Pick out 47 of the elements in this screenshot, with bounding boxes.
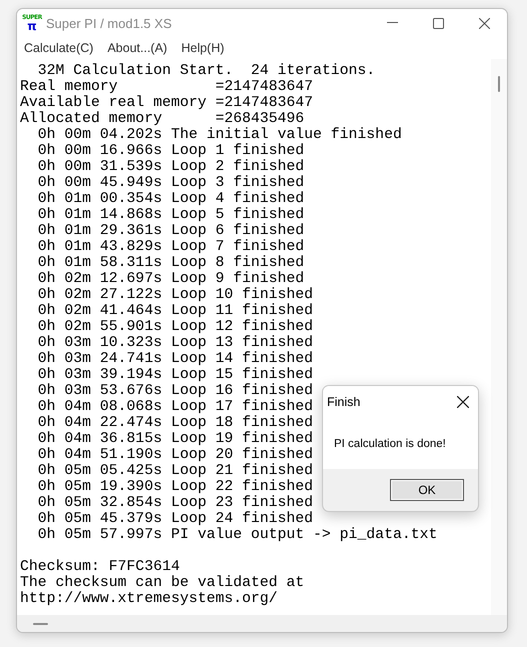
log-line: 32M Calculation Start. 24 iterations. — [36, 63, 376, 79]
close-button[interactable] — [456, 395, 470, 409]
log-line: 0h 00m 31.539s Loop 2 finished — [36, 159, 304, 175]
dialog-title: Finish — [327, 395, 360, 409]
log-line: 0h 01m 00.354s Loop 4 finished — [36, 191, 304, 207]
summary-line: http://www.xtremesystems.org/ — [20, 591, 278, 607]
close-icon — [478, 18, 490, 28]
log-line: 0h 05m 45.379s Loop 24 finished — [36, 511, 314, 527]
log-line: 0h 02m 41.464s Loop 11 finished — [36, 303, 314, 319]
log-line: 0h 01m 58.311s Loop 8 finished — [36, 255, 304, 271]
log-line: 0h 05m 19.390s Loop 22 finished — [36, 479, 314, 495]
log-line: 0h 01m 43.829s Loop 7 finished — [36, 239, 304, 255]
log-line: 0h 03m 53.676s Loop 16 finished — [36, 383, 314, 399]
maximize-icon — [432, 18, 444, 28]
log-line: 0h 02m 27.122s Loop 10 finished — [36, 287, 314, 303]
log-line: Allocated memory =268435496 — [20, 111, 304, 127]
log-line: 0h 04m 51.190s Loop 20 finished — [36, 447, 314, 463]
menu-item[interactable]: Calculate(C) — [24, 41, 94, 55]
log-line: 0h 05m 57.997s PI value output -> pi_data.txt — [36, 527, 438, 543]
log-line: 0h 00m 45.949s Loop 3 finished — [36, 175, 304, 191]
log-line: 0h 05m 05.425s Loop 21 finished — [36, 463, 314, 479]
dialog-message: PI calculation is done! — [334, 438, 447, 450]
menu-item[interactable]: Help(H) — [181, 41, 224, 55]
log-line: Available real memory =2147483647 — [20, 95, 314, 111]
log-line: 0h 02m 55.901s Loop 12 finished — [36, 319, 314, 335]
log-line: Real memory =2147483647 — [20, 79, 314, 95]
log-line: 0h 01m 14.868s Loop 5 finished — [36, 207, 304, 223]
log-line: 0h 03m 39.194s Loop 15 finished — [36, 367, 314, 383]
window-title: Super PI / mod1.5 XS — [46, 16, 173, 30]
close-icon — [457, 396, 469, 408]
menu-item[interactable]: About...(A) — [107, 41, 168, 55]
log-line: 0h 03m 10.323s Loop 13 finished — [36, 335, 314, 351]
log-line: 0h 02m 12.697s Loop 9 finished — [36, 271, 304, 287]
log-line: 0h 04m 36.815s Loop 19 finished — [36, 431, 314, 447]
log-line: 0h 05m 32.854s Loop 23 finished — [36, 495, 314, 511]
log-line: 0h 00m 04.202s The initial value finished — [36, 127, 402, 143]
summary-line: Checksum: F7FC3614 — [20, 559, 180, 575]
log-line: 0h 01m 29.361s Loop 6 finished — [36, 223, 304, 239]
log-line: 0h 04m 08.068s Loop 17 finished — [36, 399, 314, 415]
scrollbar-thumb[interactable] — [498, 76, 500, 92]
log-line: 0h 00m 16.966s Loop 1 finished — [36, 143, 304, 159]
log-line: 0h 04m 22.474s Loop 18 finished — [36, 415, 314, 431]
ok-button[interactable]: OK — [390, 479, 464, 501]
scrollbar-thumb[interactable] — [33, 622, 48, 624]
minimize-icon — [386, 22, 398, 24]
summary-line: The checksum can be validated at — [20, 575, 304, 591]
log-line: 0h 03m 24.741s Loop 14 finished — [36, 351, 314, 367]
